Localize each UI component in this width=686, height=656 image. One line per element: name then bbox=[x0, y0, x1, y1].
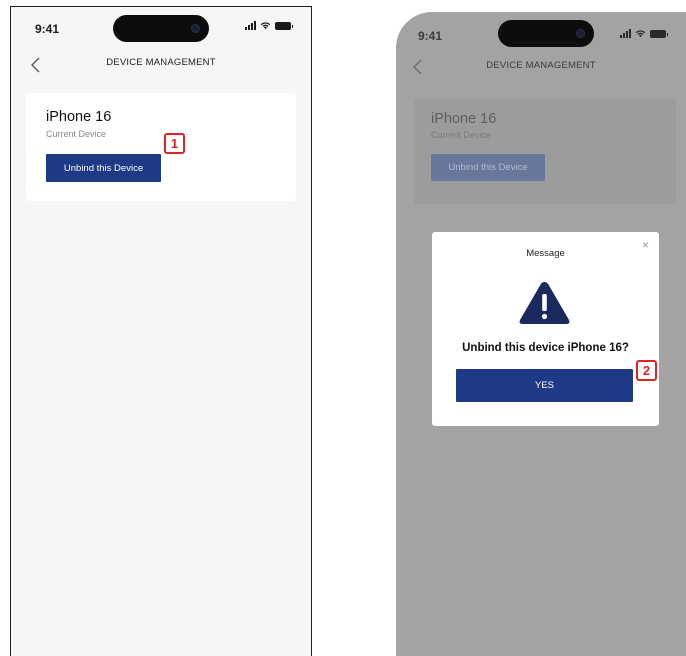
signal-icon bbox=[245, 21, 256, 30]
dialog-title: Message bbox=[526, 248, 565, 259]
status-time: 9:41 bbox=[35, 22, 60, 36]
device-name: iPhone 16 bbox=[46, 109, 112, 125]
status-bar: 9:41 bbox=[11, 7, 311, 47]
device-name: iPhone 16 bbox=[431, 111, 497, 127]
camera-icon bbox=[576, 29, 585, 38]
status-time: 9:41 bbox=[418, 29, 443, 43]
camera-icon bbox=[191, 24, 200, 33]
dynamic-island bbox=[113, 15, 209, 42]
status-bar: 9:41 bbox=[396, 12, 686, 52]
close-icon[interactable]: × bbox=[642, 238, 649, 252]
unbind-device-button[interactable]: Unbind this Device bbox=[46, 154, 161, 182]
battery-icon bbox=[275, 22, 293, 30]
dialog-question: Unbind this device iPhone 16? bbox=[462, 342, 629, 354]
phone-screen-2: 9:41 DEVICE MANAGEMENT iPhone 16 Current… bbox=[396, 12, 686, 656]
page-title: DEVICE MANAGEMENT bbox=[486, 60, 596, 71]
wifi-icon bbox=[635, 30, 646, 38]
confirm-dialog: Message × Unbind this device iPhone 16? … bbox=[432, 232, 659, 426]
unbind-device-button: Unbind this Device bbox=[431, 154, 545, 181]
battery-icon bbox=[650, 30, 668, 38]
yes-button[interactable]: YES bbox=[456, 369, 633, 402]
wifi-icon bbox=[260, 22, 271, 30]
dynamic-island bbox=[498, 20, 594, 47]
warning-icon bbox=[519, 282, 570, 324]
phone-screen-1: 9:41 DEVICE MANAGEMENT iPhone 16 Current… bbox=[10, 6, 312, 656]
device-card: iPhone 16 Current Device Unbind this Dev… bbox=[26, 93, 296, 201]
signal-icon bbox=[620, 29, 631, 38]
step-marker-2: 2 bbox=[636, 360, 657, 381]
device-card: iPhone 16 Current Device Unbind this Dev… bbox=[414, 98, 676, 204]
device-subtitle: Current Device bbox=[431, 130, 492, 140]
page-title: DEVICE MANAGEMENT bbox=[106, 57, 216, 68]
step-marker-1: 1 bbox=[164, 133, 185, 154]
device-subtitle: Current Device bbox=[46, 129, 107, 139]
system-icons bbox=[620, 29, 668, 38]
system-icons bbox=[245, 21, 293, 30]
